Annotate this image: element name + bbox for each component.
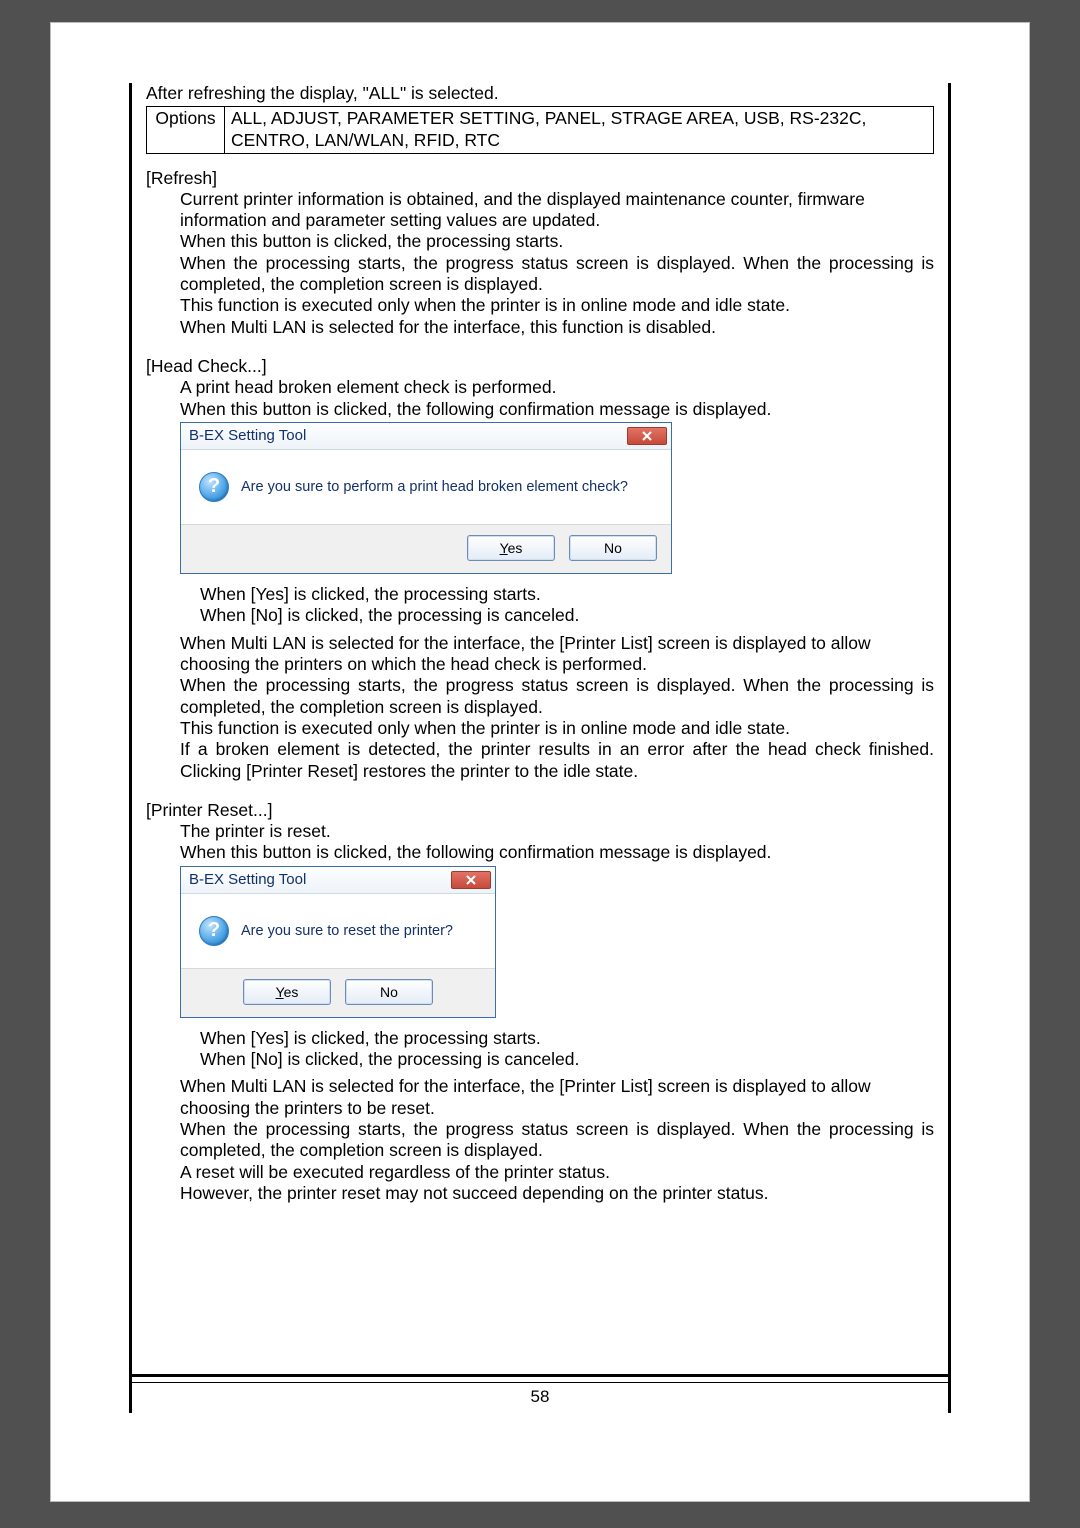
refresh-p5: When Multi LAN is selected for the inter…	[180, 317, 934, 338]
reset-p4: When [No] is clicked, the processing is …	[200, 1049, 934, 1070]
page-number: 58	[132, 1387, 948, 1407]
refresh-p1: Current printer information is obtained,…	[180, 189, 934, 232]
options-value: ALL, ADJUST, PARAMETER SETTING, PANEL, S…	[225, 107, 934, 154]
close-icon[interactable]	[627, 427, 667, 445]
dialog-body: ? Are you sure to reset the printer?	[181, 894, 495, 968]
question-icon: ?	[199, 916, 229, 946]
dialog-body: ? Are you sure to perform a print head b…	[181, 450, 671, 524]
reset-p3: When [Yes] is clicked, the processing st…	[200, 1028, 934, 1049]
document-page: After refreshing the display, "ALL" is s…	[50, 22, 1030, 1502]
headcheck-p6: When the processing starts, the progress…	[180, 675, 934, 718]
dialog-message: Are you sure to reset the printer?	[241, 923, 453, 939]
options-label: Options	[147, 107, 225, 154]
refresh-p3: When the processing starts, the progress…	[180, 253, 934, 296]
no-button[interactable]: No	[345, 979, 433, 1005]
dialog-title: B-EX Setting Tool	[189, 427, 306, 444]
no-button[interactable]: No	[569, 535, 657, 561]
dialog-titlebar: B-EX Setting Tool	[181, 423, 671, 450]
reset-p6: When the processing starts, the progress…	[180, 1119, 934, 1162]
reset-title: [Printer Reset...]	[146, 800, 934, 821]
reset-p1: The printer is reset.	[180, 821, 934, 842]
headcheck-dialog: B-EX Setting Tool ? Are you sure to perf…	[180, 422, 672, 574]
content-frame: After refreshing the display, "ALL" is s…	[129, 83, 951, 1413]
close-icon[interactable]	[451, 871, 491, 889]
reset-p2: When this button is clicked, the followi…	[180, 842, 934, 863]
headcheck-p8: If a broken element is detected, the pri…	[180, 739, 934, 782]
yes-label-rest: es	[284, 984, 299, 1000]
headcheck-p5: When Multi LAN is selected for the inter…	[180, 633, 934, 676]
dialog-title: B-EX Setting Tool	[189, 871, 306, 888]
footer-rule-heavy	[132, 1374, 948, 1377]
reset-p7: A reset will be executed regardless of t…	[180, 1162, 934, 1183]
refresh-p2: When this button is clicked, the process…	[180, 231, 934, 252]
headcheck-p3: When [Yes] is clicked, the processing st…	[200, 584, 934, 605]
dialog-buttons: Yes No	[181, 968, 495, 1017]
headcheck-p1: A print head broken element check is per…	[180, 377, 934, 398]
yes-label-rest: es	[508, 540, 523, 556]
dialog-titlebar: B-EX Setting Tool	[181, 867, 495, 894]
options-table: Options ALL, ADJUST, PARAMETER SETTING, …	[146, 106, 934, 154]
footer-rule-light	[132, 1382, 948, 1383]
refresh-p4: This function is executed only when the …	[180, 295, 934, 316]
headcheck-title: [Head Check...]	[146, 356, 934, 377]
yes-button[interactable]: Yes	[467, 535, 555, 561]
headcheck-p7: This function is executed only when the …	[180, 718, 934, 739]
dialog-buttons: Yes No	[181, 524, 671, 573]
headcheck-p2: When this button is clicked, the followi…	[180, 399, 934, 420]
question-icon: ?	[199, 472, 229, 502]
reset-p8: However, the printer reset may not succe…	[180, 1183, 934, 1204]
dialog-message: Are you sure to perform a print head bro…	[241, 479, 628, 495]
reset-dialog: B-EX Setting Tool ? Are you sure to rese…	[180, 866, 496, 1018]
reset-p5: When Multi LAN is selected for the inter…	[180, 1076, 934, 1119]
yes-button[interactable]: Yes	[243, 979, 331, 1005]
intro-text: After refreshing the display, "ALL" is s…	[146, 83, 934, 104]
headcheck-p4: When [No] is clicked, the processing is …	[200, 605, 934, 626]
refresh-title: [Refresh]	[146, 168, 934, 189]
